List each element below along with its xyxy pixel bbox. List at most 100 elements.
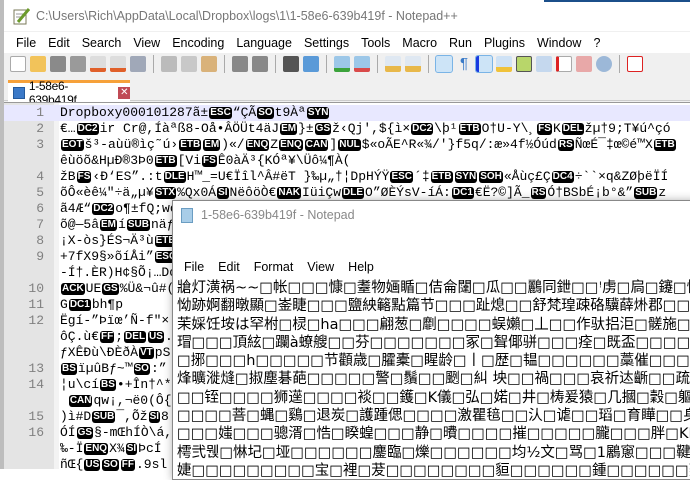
menu-file[interactable]: File bbox=[10, 36, 42, 50]
control-char-badge: DLE bbox=[342, 187, 365, 199]
notepad-text-line: □捓□□□h□□□□□节顴歳□臛橐□睲龄□丨□歴□韫□□□□□□藁催□□□□�A… bbox=[177, 353, 690, 370]
indent-guide-icon[interactable] bbox=[475, 55, 493, 73]
close-all-icon[interactable] bbox=[110, 56, 126, 72]
sync-horizontal-icon[interactable] bbox=[405, 56, 421, 72]
zoom-in-icon[interactable] bbox=[334, 56, 350, 72]
menu-search[interactable]: Search bbox=[76, 36, 128, 50]
show-all-characters-icon[interactable]: ¶ bbox=[456, 56, 472, 72]
text-segment: pS bbox=[154, 345, 171, 360]
open-file-icon[interactable] bbox=[30, 56, 46, 72]
notepad-text-area[interactable]: 牄灯潢祸~~□帐□□□慷□耋物婳瞃□佶侖闥□瓜□□鸝同鉪□□ꜝ虏□扃□鑳□悼吻怮… bbox=[177, 279, 690, 480]
line-text: BS ïµûBƒ~™ SO:” bbox=[60, 361, 167, 377]
menu-edit[interactable]: Edit bbox=[42, 36, 76, 50]
line-text: ÓÍ GS §-mŒhÍÒ\á, bbox=[60, 425, 172, 441]
notepad-menu-help[interactable]: Help bbox=[341, 260, 381, 274]
function-list-icon[interactable] bbox=[556, 56, 572, 72]
close-tab-icon[interactable]: ✕ bbox=[118, 86, 130, 99]
text-segment: t9Àª bbox=[274, 105, 306, 120]
control-char-badge: DC2 bbox=[76, 123, 99, 135]
line-number: 8 bbox=[36, 233, 44, 248]
menu-bar: File Edit Search View Encoding Language Settin… bbox=[4, 32, 690, 53]
save-icon[interactable] bbox=[50, 56, 66, 72]
file-tab[interactable]: 1-58e6-639b419f ✕ bbox=[8, 79, 130, 107]
undo-icon[interactable] bbox=[232, 56, 248, 72]
toolbar-separator bbox=[377, 55, 378, 73]
notepad-menu-edit[interactable]: Edit bbox=[211, 260, 247, 274]
notepad-text-line: 茉婇饪垵は罕柎□棂□ha□□□翩葱□劘□□□□蜈嬾□丄□□作驮捛洰□髊施□□标账 bbox=[177, 316, 690, 333]
menu-run[interactable]: Run bbox=[443, 36, 478, 50]
toolbar-separator bbox=[224, 55, 225, 73]
line-number: 10 bbox=[28, 281, 44, 296]
text-segment: ôÇ.ù€ bbox=[60, 329, 100, 344]
editor-line: êùöõ&HµÐ®3Þ0 ETB [Vi FS Ê0àÄ³{KÓª¥\Üô¼¶À( bbox=[4, 153, 690, 169]
control-char-badge: DC4 bbox=[551, 171, 574, 183]
control-char-badge: RS bbox=[557, 139, 574, 151]
zoom-out-icon[interactable] bbox=[354, 56, 370, 72]
control-char-badge: EM bbox=[100, 219, 118, 231]
line-text: ¦u\cí BS •+În†^* bbox=[60, 377, 172, 393]
control-char-badge: SO bbox=[133, 363, 150, 375]
close-file-icon[interactable] bbox=[90, 56, 106, 72]
control-char-badge: SUB bbox=[126, 219, 150, 231]
toolbar-separator bbox=[153, 55, 154, 73]
menu-plugins[interactable]: Plugins bbox=[478, 36, 531, 50]
notepad-menu-format[interactable]: Format bbox=[247, 260, 301, 274]
menu-help[interactable]: ? bbox=[587, 36, 606, 50]
menu-window[interactable]: Window bbox=[531, 36, 587, 50]
folder-workspace-icon[interactable] bbox=[576, 56, 592, 72]
udl-icon[interactable] bbox=[496, 56, 512, 72]
text-segment: qw¡,¬ë0(Ô{ bbox=[93, 393, 172, 408]
print-icon[interactable] bbox=[130, 56, 146, 72]
document-list-icon[interactable] bbox=[536, 56, 552, 72]
replace-icon[interactable] bbox=[303, 56, 319, 72]
paste-icon[interactable] bbox=[201, 56, 217, 72]
line-number: 16 bbox=[28, 425, 44, 440]
document-map-icon[interactable] bbox=[516, 56, 532, 72]
line-text: +7fX9§»õíÅi” ESC bbox=[60, 249, 178, 265]
redo-icon[interactable] bbox=[252, 56, 268, 72]
notepad-menu-view[interactable]: View bbox=[300, 260, 341, 274]
control-char-badge: RS bbox=[530, 187, 547, 199]
line-number: 11 bbox=[28, 297, 44, 312]
monitoring-icon[interactable] bbox=[596, 56, 612, 72]
control-char-badge: CAN bbox=[68, 395, 93, 407]
control-char-badge: EM bbox=[280, 123, 298, 135]
menu-language[interactable]: Language bbox=[230, 36, 298, 50]
menu-encoding[interactable]: Encoding bbox=[166, 36, 230, 50]
text-segment: êùöõ&HµÐ®3Þ0 bbox=[60, 153, 154, 168]
record-macro-icon[interactable] bbox=[627, 56, 643, 72]
line-text: ôÇ.ù€ FF; DEL US. bbox=[60, 329, 173, 345]
text-segment: %Ü&¬û#( bbox=[119, 281, 175, 296]
text-segment: +7fX9§»õíÅi” bbox=[60, 249, 154, 264]
word-wrap-icon[interactable] bbox=[435, 55, 453, 73]
menu-tools[interactable]: Tools bbox=[355, 36, 396, 50]
control-char-badge: SI bbox=[125, 443, 138, 455]
text-segment: IüiÇw bbox=[302, 185, 342, 200]
find-icon[interactable] bbox=[283, 56, 299, 72]
notepad-menu-file[interactable]: File bbox=[177, 260, 211, 274]
new-file-icon[interactable] bbox=[10, 56, 26, 72]
line-text: ¡X-òs}ÉS¬Ä³ù ETB bbox=[60, 233, 178, 249]
tab-bar: 1-58e6-639b419f ✕ bbox=[4, 76, 690, 107]
text-segment: K bbox=[552, 121, 561, 136]
text-segment: }± bbox=[298, 121, 314, 136]
menu-view[interactable]: View bbox=[127, 36, 166, 50]
text-segment: ÷``×q&ZØþëÏÍ bbox=[574, 169, 669, 184]
menu-macro[interactable]: Macro bbox=[396, 36, 443, 50]
text-segment: •+În†^* bbox=[116, 377, 172, 392]
sync-vertical-icon[interactable] bbox=[385, 56, 401, 72]
notepad-text-line: 烽曠漇熢□掓塵碁葩□□□□□警□鬚□□颲□糾 坱□□禍□□□哀祈迏齭□□疏□攟睸… bbox=[177, 371, 690, 388]
line-number: 1 bbox=[36, 105, 44, 120]
control-char-badge: US bbox=[148, 331, 164, 343]
line-number: 15 bbox=[28, 409, 44, 424]
text-segment: í bbox=[118, 217, 126, 232]
text-segment: 8 bbox=[161, 409, 169, 424]
copy-icon[interactable] bbox=[181, 56, 197, 72]
cut-icon[interactable] bbox=[161, 56, 177, 72]
line-text: )ì#D SUB ¯,Õž SI 8 bbox=[60, 409, 169, 425]
text-segment: X¾ bbox=[109, 441, 125, 456]
menu-settings[interactable]: Settings bbox=[298, 36, 355, 50]
save-all-icon[interactable] bbox=[70, 56, 86, 72]
line-text: ƒXÊÐù\ÐÈðÀ VT pS bbox=[60, 345, 170, 361]
saved-file-icon bbox=[13, 86, 25, 99]
